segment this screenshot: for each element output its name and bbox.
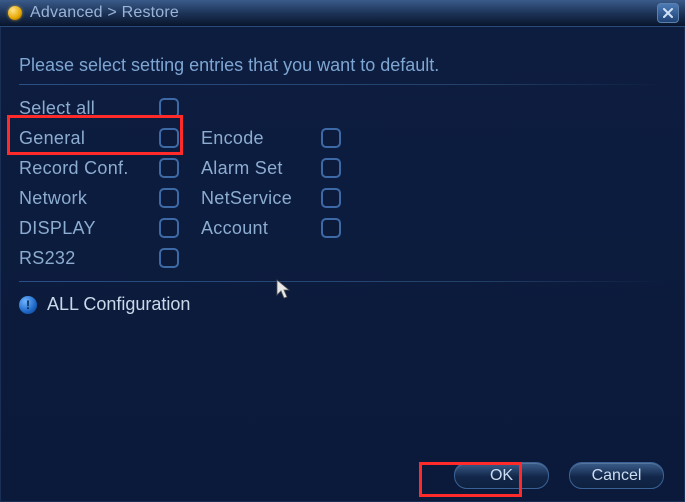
netservice-checkbox[interactable] xyxy=(321,188,341,208)
refresh-icon xyxy=(8,6,22,20)
ok-button[interactable]: OK xyxy=(454,462,549,489)
general-checkbox[interactable] xyxy=(159,128,179,148)
option-row: General Encode xyxy=(19,123,666,153)
close-button[interactable] xyxy=(657,3,679,23)
divider xyxy=(19,84,666,85)
breadcrumb: Advanced > Restore xyxy=(30,4,179,22)
select-all-checkbox[interactable] xyxy=(159,98,179,118)
divider xyxy=(19,281,666,282)
close-icon xyxy=(663,8,673,18)
option-label: DISPLAY xyxy=(19,218,159,239)
rs232-checkbox[interactable] xyxy=(159,248,179,268)
instruction-text: Please select setting entries that you w… xyxy=(19,55,666,76)
option-row: DISPLAY Account xyxy=(19,213,666,243)
option-row: Network NetService xyxy=(19,183,666,213)
option-label: Network xyxy=(19,188,159,209)
info-text: ALL Configuration xyxy=(47,294,190,315)
option-row: Record Conf. Alarm Set xyxy=(19,153,666,183)
account-checkbox[interactable] xyxy=(321,218,341,238)
info-icon xyxy=(19,296,37,314)
alarm-set-checkbox[interactable] xyxy=(321,158,341,178)
cancel-button[interactable]: Cancel xyxy=(569,462,664,489)
button-bar: OK Cancel xyxy=(454,462,664,489)
options-grid: Select all General Encode Record Conf. A… xyxy=(19,93,666,273)
network-checkbox[interactable] xyxy=(159,188,179,208)
select-all-row: Select all xyxy=(19,93,666,123)
restore-window: Advanced > Restore Please select setting… xyxy=(0,0,685,502)
dialog-body: Please select setting entries that you w… xyxy=(0,27,685,502)
option-label: RS232 xyxy=(19,248,159,269)
option-label: NetService xyxy=(201,188,321,209)
select-all-label: Select all xyxy=(19,98,159,119)
option-label: Record Conf. xyxy=(19,158,159,179)
option-label: Alarm Set xyxy=(201,158,321,179)
titlebar: Advanced > Restore xyxy=(0,0,685,27)
option-label: Account xyxy=(201,218,321,239)
encode-checkbox[interactable] xyxy=(321,128,341,148)
option-label: Encode xyxy=(201,128,321,149)
option-row: RS232 xyxy=(19,243,666,273)
option-label: General xyxy=(19,128,159,149)
display-checkbox[interactable] xyxy=(159,218,179,238)
record-conf-checkbox[interactable] xyxy=(159,158,179,178)
info-row: ALL Configuration xyxy=(19,294,666,315)
